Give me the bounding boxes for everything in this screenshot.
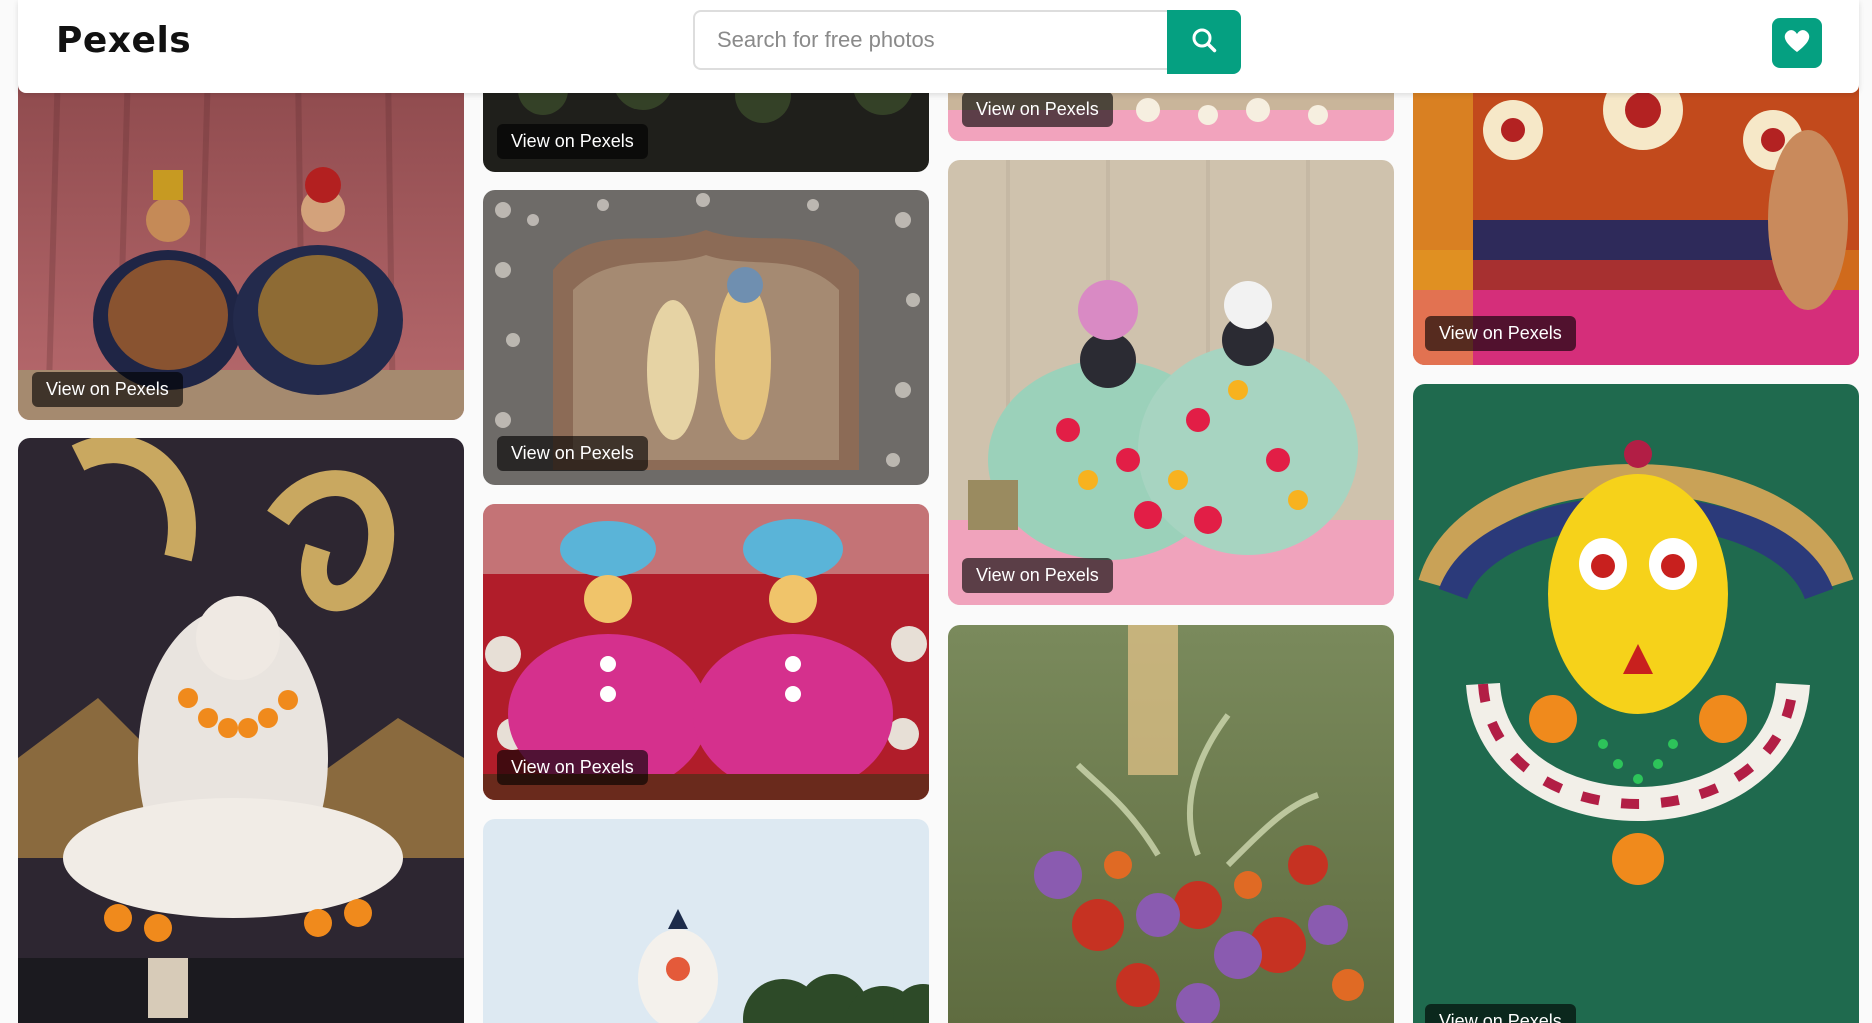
pexels-logo[interactable]: Pexels [56,20,191,61]
photo-shiva-statue [18,438,464,1023]
photo-card-flower-bouquet[interactable] [948,625,1394,1023]
favorites-button[interactable] [1772,18,1822,68]
photo-sky-figure [483,819,929,1023]
pexels-page: Pexels Search for free photos View on Pe… [0,0,1872,1023]
top-header: Pexels [18,0,1859,93]
search-bar [693,10,1273,74]
view-on-pexels-label[interactable]: View on Pexels [1425,1004,1576,1023]
photo-flower-bouquet [948,625,1394,1023]
photo-card-deities-pink-robes[interactable]: View on Pexels [483,504,929,800]
search-button[interactable] [1167,10,1241,74]
search-icon [1191,27,1217,58]
photo-card-yellow-face-deity[interactable]: View on Pexels [1413,384,1859,1023]
view-on-pexels-label[interactable]: View on Pexels [1425,316,1576,351]
photo-card-radha-krishna-red[interactable]: View on Pexels [18,70,464,420]
photo-yellow-face-deity [1413,384,1859,1023]
heart-icon [1783,28,1811,59]
view-on-pexels-label[interactable]: View on Pexels [32,372,183,407]
photo-card-mirror-mural[interactable]: View on Pexels [483,190,929,485]
view-on-pexels-label[interactable]: View on Pexels [497,436,648,471]
photo-card-embroidered-dress[interactable]: View on Pexels [1413,70,1859,365]
view-on-pexels-label[interactable]: View on Pexels [497,750,648,785]
view-on-pexels-label[interactable]: View on Pexels [497,124,648,159]
photo-card-sky-figure[interactable] [483,819,929,1023]
photo-mint-deities [948,160,1394,605]
view-on-pexels-label[interactable]: View on Pexels [962,558,1113,593]
view-on-pexels-label[interactable]: View on Pexels [962,92,1113,127]
photo-card-shiva-statue[interactable] [18,438,464,1023]
search-input[interactable] [693,10,1167,70]
photo-radha-krishna-red [18,70,464,420]
photo-card-mint-deities[interactable]: View on Pexels [948,160,1394,605]
